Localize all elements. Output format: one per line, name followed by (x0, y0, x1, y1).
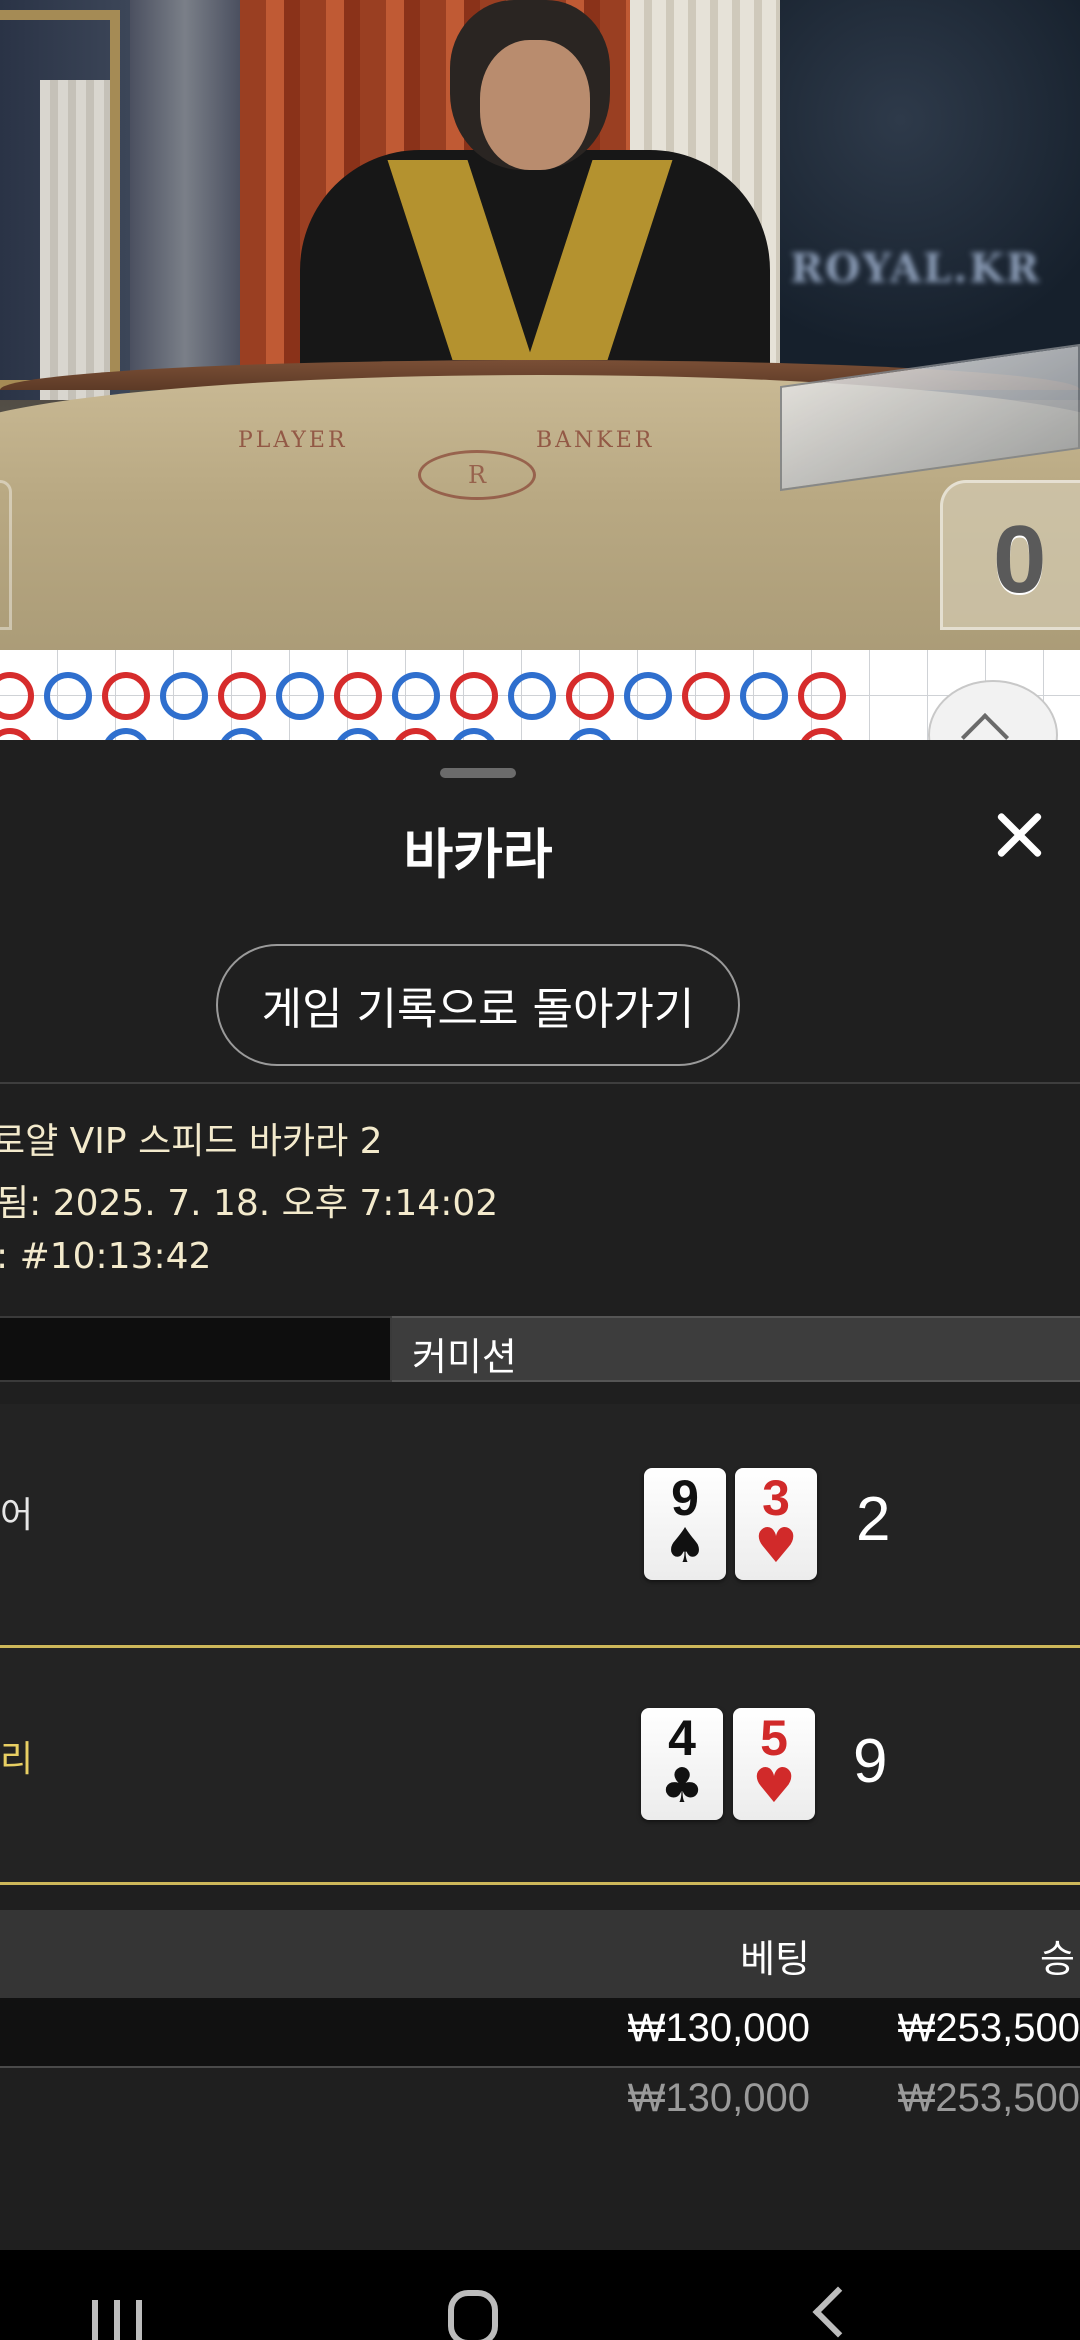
playing-card: 4 ♣ (641, 1708, 723, 1820)
tab-selected[interactable] (0, 1316, 392, 1382)
player-label: 어 (0, 1495, 34, 1536)
table-emblem: R (418, 450, 536, 500)
bead-blue (624, 672, 672, 720)
player-score-box (0, 480, 12, 630)
win-amount: ₩253,500 (897, 2006, 1080, 2050)
bead-blue (508, 672, 556, 720)
round-id: : #10:13:42 (0, 1236, 212, 1277)
win-column-header: 승 (1040, 1937, 1075, 1981)
bet-amount: ₩130,000 (627, 2006, 810, 2050)
bead-red (218, 672, 266, 720)
home-icon[interactable] (448, 2290, 498, 2340)
banker-hand-row: 리 4 ♣ 5 ♥ 9 (0, 1645, 1080, 1885)
bet-column-header: 베팅 (740, 1937, 810, 1981)
table-row: ₩130,000 ₩253,500 (0, 1998, 1080, 2066)
emblem-letter: R (467, 461, 487, 489)
player-score: 2 (856, 1485, 891, 1554)
heart-icon: ♥ (754, 1518, 798, 1574)
playing-card: 5 ♥ (733, 1708, 815, 1820)
bead-blue (160, 672, 208, 720)
studio-screen (780, 0, 1080, 400)
playing-card: 3 ♥ (735, 1468, 817, 1580)
banker-live-score: 0 (993, 506, 1047, 613)
bead-red (798, 672, 846, 720)
system-nav-bar (0, 2250, 1080, 2340)
bead-blue (276, 672, 324, 720)
banker-label: 리 (0, 1739, 34, 1780)
dealer-face (480, 40, 590, 170)
heart-icon: ♥ (752, 1758, 796, 1814)
table-banker-text: BANKER (536, 428, 655, 453)
player-hand-row: 어 9 ♠ 3 ♥ 2 (0, 1404, 1080, 1644)
recent-apps-icon[interactable] (92, 2300, 142, 2340)
total-bet: ₩130,000 (627, 2076, 810, 2120)
bead-red (566, 672, 614, 720)
sheet-drag-handle[interactable] (440, 768, 516, 778)
settled-time: 됨: 2025. 7. 18. 오후 7:14:02 (0, 1183, 499, 1224)
divider (0, 1082, 1080, 1084)
back-to-history-button[interactable]: 게임 기록으로 돌아가기 (216, 944, 740, 1066)
playing-card: 9 ♠ (644, 1468, 726, 1580)
bead-blue (44, 672, 92, 720)
bead-red (682, 672, 730, 720)
table-player-text: PLAYER (238, 428, 348, 453)
bead-red (102, 672, 150, 720)
crystal-lamp (130, 0, 240, 380)
back-icon[interactable] (812, 2286, 864, 2338)
tab-commission-label: 커미션 (412, 1335, 517, 1379)
watermark-text: ROYAL.KR (790, 245, 1042, 292)
close-icon[interactable] (985, 800, 1055, 870)
banker-score: 9 (853, 1727, 888, 1796)
bead-blue (392, 672, 440, 720)
club-icon: ♣ (660, 1758, 704, 1814)
live-video-stream: ROYAL.KR PLAYER BANKER R 0 (0, 0, 1080, 650)
bets-table-header: 베팅 승 (0, 1910, 1080, 1998)
marble-pillar (40, 80, 110, 400)
table-name: 로얄 VIP 스피드 바카라 2 (0, 1121, 383, 1162)
bead-blue (740, 672, 788, 720)
game-history-sheet: 바카라 게임 기록으로 돌아가기 로얄 VIP 스피드 바카라 2 됨: 202… (0, 740, 1080, 2250)
tab-commission[interactable]: 커미션 (392, 1316, 1080, 1382)
bead-red (450, 672, 498, 720)
banker-score-box: 0 (940, 480, 1080, 630)
total-row: ₩130,000 ₩253,500 (0, 2068, 1080, 2136)
total-win: ₩253,500 (897, 2076, 1080, 2120)
spade-icon: ♠ (663, 1518, 707, 1574)
sheet-title: 바카라 (403, 823, 553, 886)
bead-road (0, 650, 1080, 740)
bead-red (334, 672, 382, 720)
